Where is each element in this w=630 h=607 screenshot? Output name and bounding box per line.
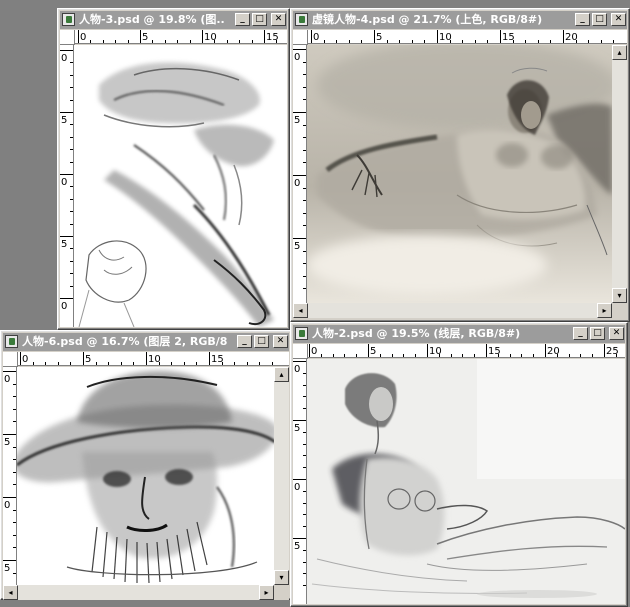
vertical-ruler[interactable]: 0 5 0 5 0	[60, 45, 74, 327]
resize-grip[interactable]	[612, 303, 627, 318]
hand-sketch-artwork	[78, 62, 274, 327]
ruler-tick-label: 0	[22, 354, 28, 365]
ruler-tick-label: 0	[294, 178, 300, 189]
ruler-tick-label: 10	[148, 354, 161, 365]
ruler-tick-label: 5	[376, 32, 382, 43]
reclining-figure-artwork	[307, 45, 612, 303]
document-window-person-2[interactable]: 人物-2.psd @ 19.5% (线层, RGB/8#) _ □ ✕ 0 5 …	[290, 322, 628, 607]
scroll-down-button[interactable]: ▾	[274, 570, 289, 585]
ruler-tick-label: 0	[61, 301, 67, 312]
minimize-button[interactable]: _	[575, 13, 590, 26]
vertical-scrollbar[interactable]: ▴ ▾	[274, 367, 289, 585]
close-button[interactable]: ✕	[609, 327, 624, 340]
ruler-tick-label: 15	[266, 32, 279, 43]
vertical-scrollbar[interactable]: ▴ ▾	[612, 45, 627, 303]
ruler-tick-label: 20	[547, 346, 560, 357]
ruler-tick-label: 0	[61, 53, 67, 64]
horizontal-ruler[interactable]: 0 5 10 15	[18, 352, 289, 366]
scroll-down-button[interactable]: ▾	[612, 288, 627, 303]
ruler-tick-label: 20	[565, 32, 578, 43]
ruler-tick-label: 15	[502, 32, 515, 43]
ruler-tick-label: 10	[204, 32, 217, 43]
ruler-tick-label: 10	[439, 32, 452, 43]
scroll-up-button[interactable]: ▴	[612, 45, 627, 60]
horizontal-ruler[interactable]: 0 5 10 15	[75, 30, 287, 44]
man-hat-sketch-artwork	[17, 371, 274, 584]
title-bar[interactable]: 人物-2.psd @ 19.5% (线层, RGB/8#) _ □ ✕	[293, 325, 625, 343]
minimize-button[interactable]: _	[235, 13, 250, 26]
ruler-tick-label: 0	[80, 32, 86, 43]
scroll-left-button[interactable]: ◂	[293, 303, 308, 318]
ruler-tick-label: 10	[429, 346, 442, 357]
ruler-tick-label: 0	[294, 482, 300, 493]
horizontal-scrollbar[interactable]: ◂ ▸	[293, 303, 612, 318]
maximize-button[interactable]: □	[590, 327, 605, 340]
ruler-tick-label: 5	[61, 115, 67, 126]
ruler-tick-label: 0	[294, 364, 300, 375]
close-button[interactable]: ✕	[273, 335, 288, 348]
close-button[interactable]: ✕	[271, 13, 286, 26]
minimize-button[interactable]: _	[573, 327, 588, 340]
ruler-tick-label: 5	[294, 541, 300, 552]
minimize-button[interactable]: _	[237, 335, 252, 348]
ruler-origin[interactable]	[60, 30, 75, 45]
ruler-tick-label: 5	[294, 241, 300, 252]
ruler-tick-label: 5	[85, 354, 91, 365]
maximize-button[interactable]: □	[254, 335, 269, 348]
ruler-tick-label: 0	[311, 346, 317, 357]
ruler-tick-label: 0	[313, 32, 319, 43]
maximize-button[interactable]: □	[252, 13, 267, 26]
ruler-tick-label: 0	[4, 374, 10, 385]
ruler-tick-label: 5	[4, 563, 10, 574]
ruler-origin[interactable]	[3, 352, 18, 367]
reclining-figure-sketch-artwork	[307, 359, 625, 604]
window-title: 人物-2.psd @ 19.5% (线层, RGB/8#)	[312, 327, 521, 340]
ruler-tick-label: 5	[294, 115, 300, 126]
ruler-tick-label: 5	[142, 32, 148, 43]
scroll-up-button[interactable]: ▴	[274, 367, 289, 382]
window-title: 虚镜人物-4.psd @ 21.7% (上色, RGB/8#)	[312, 13, 543, 26]
ruler-tick-label: 5	[370, 346, 376, 357]
ruler-tick-label: 25	[606, 346, 619, 357]
photoshop-doc-icon	[295, 13, 308, 26]
maximize-button[interactable]: □	[592, 13, 607, 26]
vertical-ruler[interactable]: 0 5 0 5	[3, 367, 17, 585]
ruler-tick-label: 0	[61, 177, 67, 188]
resize-grip[interactable]	[274, 585, 289, 600]
title-bar[interactable]: 人物-6.psd @ 16.7% (图层 2, RGB/8#) _ □ ✕	[3, 333, 289, 351]
vertical-ruler[interactable]: 0 5 0 5	[293, 45, 307, 303]
horizontal-scrollbar[interactable]: ◂ ▸	[3, 585, 274, 600]
document-window-person-3[interactable]: 人物-3.psd @ 19.8% (图... _ □ ✕ 0 5 10 15 0…	[57, 8, 290, 330]
window-title: 人物-6.psd @ 16.7% (图层 2, RGB/8#)	[22, 335, 227, 348]
horizontal-ruler[interactable]: 0 5 10 15 20	[308, 30, 627, 44]
document-window-person-6[interactable]: 人物-6.psd @ 16.7% (图层 2, RGB/8#) _ □ ✕ 0 …	[0, 330, 292, 600]
close-button[interactable]: ✕	[611, 13, 626, 26]
ruler-tick-label: 5	[294, 423, 300, 434]
title-bar[interactable]: 人物-3.psd @ 19.8% (图... _ □ ✕	[60, 11, 287, 29]
document-window-person-4[interactable]: 虚镜人物-4.psd @ 21.7% (上色, RGB/8#) _ □ ✕ 0 …	[290, 8, 630, 322]
window-title: 人物-3.psd @ 19.8% (图...	[79, 13, 225, 26]
photoshop-doc-icon	[62, 13, 75, 26]
title-bar[interactable]: 虚镜人物-4.psd @ 21.7% (上色, RGB/8#) _ □ ✕	[293, 11, 627, 29]
canvas-reclining-figure-sketch[interactable]	[307, 359, 625, 604]
canvas-reclining-figure-color[interactable]	[307, 45, 612, 303]
photoshop-doc-icon	[295, 327, 308, 340]
horizontal-ruler[interactable]: 0 5 10 15 20 25	[308, 344, 625, 358]
ruler-origin[interactable]	[293, 344, 308, 359]
canvas-man-with-hat[interactable]	[17, 367, 274, 585]
vertical-ruler[interactable]: 0 5 0 5	[293, 359, 307, 604]
ruler-tick-label: 5	[61, 239, 67, 250]
canvas-hand-studies[interactable]	[74, 45, 287, 327]
scroll-left-button[interactable]: ◂	[3, 585, 18, 600]
ruler-tick-label: 5	[4, 437, 10, 448]
ruler-tick-label: 15	[211, 354, 224, 365]
ruler-tick-label: 15	[488, 346, 501, 357]
scroll-right-button[interactable]: ▸	[259, 585, 274, 600]
ruler-tick-label: 0	[294, 52, 300, 63]
photoshop-doc-icon	[5, 335, 18, 348]
ruler-tick-label: 0	[4, 500, 10, 511]
scroll-right-button[interactable]: ▸	[597, 303, 612, 318]
ruler-origin[interactable]	[293, 30, 308, 45]
